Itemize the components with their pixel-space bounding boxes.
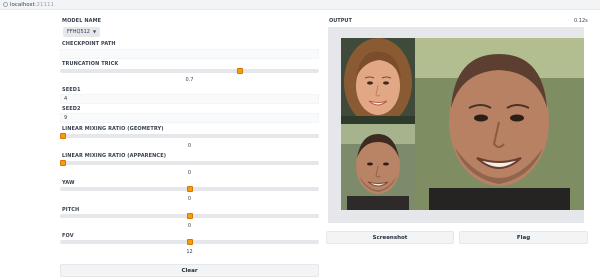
pitch-thumb[interactable] bbox=[187, 213, 193, 219]
truncation-trick-slider[interactable] bbox=[60, 68, 319, 74]
model-name-dropdown[interactable]: FFHQ512 ▼ bbox=[63, 27, 101, 37]
url-port: :21111 bbox=[34, 2, 55, 8]
output-label: OUTPUT bbox=[329, 18, 352, 24]
fov-slider[interactable] bbox=[60, 239, 319, 245]
pitch-label: PITCH bbox=[62, 207, 80, 213]
seed1-face-drawing bbox=[341, 38, 415, 124]
fov-thumb[interactable] bbox=[187, 239, 193, 245]
info-icon bbox=[3, 2, 8, 7]
yaw-thumb[interactable] bbox=[187, 186, 193, 192]
mixing-geometry-slider[interactable] bbox=[60, 133, 319, 139]
seed2-face-image bbox=[341, 124, 415, 210]
yaw-value: 0 bbox=[187, 196, 192, 202]
seed1-label: SEED1 bbox=[62, 87, 81, 93]
flag-button[interactable]: Flag bbox=[459, 231, 588, 244]
seed2-input[interactable]: 9 bbox=[60, 113, 319, 123]
fov-value: 12 bbox=[186, 249, 193, 255]
mixing-geometry-label: LINEAR MIXING RATIO (GEOMETRY) bbox=[62, 126, 164, 132]
seed1-face-image bbox=[341, 38, 415, 124]
output-face-image bbox=[415, 38, 584, 210]
truncation-trick-value: 0.7 bbox=[185, 77, 194, 83]
chevron-down-icon: ▼ bbox=[93, 29, 97, 34]
yaw-slider[interactable] bbox=[60, 186, 319, 192]
checkpoint-path-label: CHECKPOINT PATH bbox=[62, 41, 116, 47]
output-time: 0.12s bbox=[574, 18, 588, 24]
fov-label: FOV bbox=[62, 233, 74, 239]
url-host: localhost bbox=[10, 2, 35, 8]
truncation-trick-thumb[interactable] bbox=[237, 68, 243, 74]
mixing-appearance-slider[interactable] bbox=[60, 160, 319, 166]
address-text: localhost:21111 bbox=[10, 0, 54, 10]
mixing-appearance-thumb[interactable] bbox=[60, 160, 66, 166]
model-name-label: MODEL NAME bbox=[62, 18, 102, 24]
mixing-geometry-thumb[interactable] bbox=[60, 133, 66, 139]
screenshot-button[interactable]: Screenshot bbox=[326, 231, 454, 244]
seed2-value: 9 bbox=[64, 115, 68, 121]
mixing-appearance-label: LINEAR MIXING RATIO (APPARENCE) bbox=[62, 153, 167, 159]
clear-button[interactable]: Clear bbox=[60, 264, 319, 277]
mixing-appearance-value: 0 bbox=[187, 170, 192, 176]
output-face-drawing bbox=[415, 38, 584, 210]
truncation-trick-label: TRUNCATION TRICK bbox=[62, 61, 119, 67]
pitch-slider[interactable] bbox=[60, 213, 319, 219]
browser-address-bar[interactable]: localhost:21111 bbox=[0, 0, 600, 10]
seed2-label: SEED2 bbox=[62, 106, 81, 112]
seed1-value: 4 bbox=[64, 96, 68, 102]
model-name-value: FFHQ512 bbox=[67, 29, 90, 35]
yaw-label: YAW bbox=[62, 180, 75, 186]
seed1-input[interactable]: 4 bbox=[60, 94, 319, 104]
pitch-value: 0 bbox=[187, 223, 192, 229]
seed2-face-drawing bbox=[341, 124, 415, 210]
mixing-geometry-value: 0 bbox=[187, 143, 192, 149]
checkpoint-path-input[interactable] bbox=[60, 49, 319, 59]
